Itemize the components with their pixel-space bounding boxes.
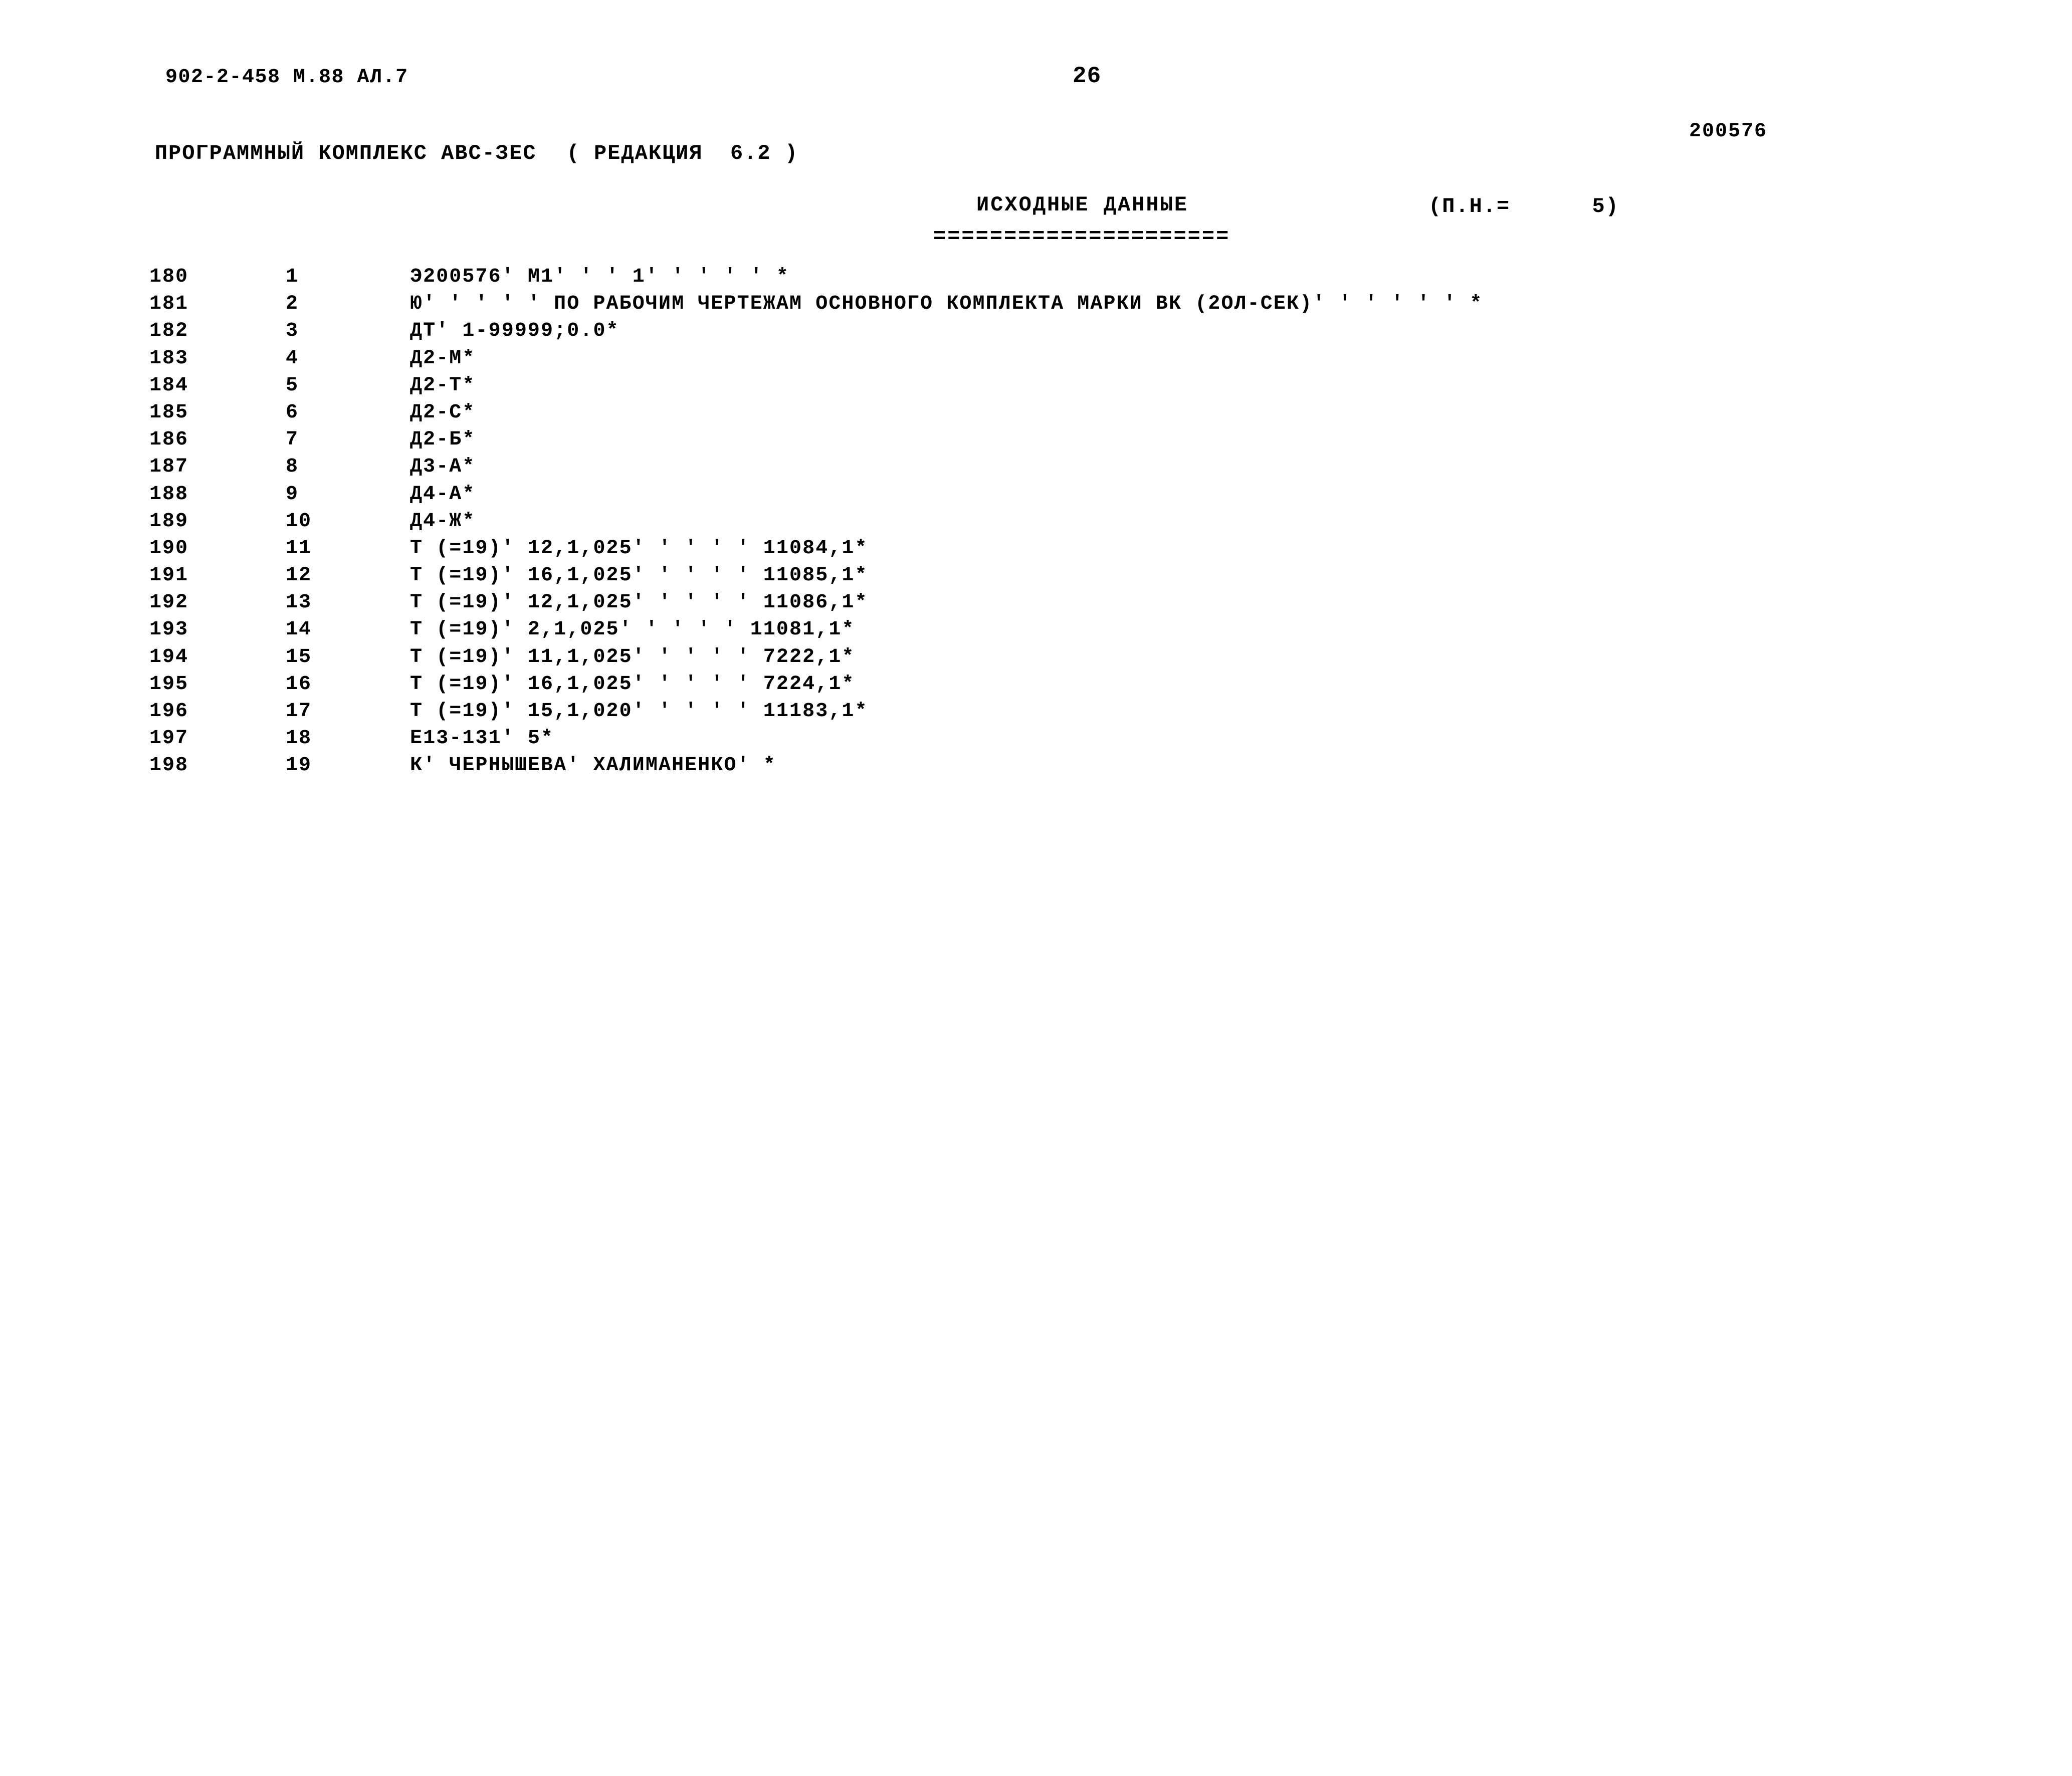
printout-page: 902-2-458 М.88 АЛ.7 26 ПРОГРАММНЫЙ КОМПЛ…: [0, 0, 2072, 1776]
listing-row-text: Т (=19)' 12,1,025' ' ' ' ' 11084,1*: [410, 537, 868, 560]
listing-row: 189 10 Д4-Ж*: [0, 510, 2072, 537]
listing-row-text: Т (=19)' 15,1,020' ' ' ' ' 11183,1*: [410, 700, 868, 723]
listing-row-text: Д2-С*: [410, 401, 476, 424]
listing-row-sequence: 197: [149, 727, 189, 750]
listing-row-sequence: 183: [149, 347, 189, 370]
section-parameter-count: (П.Н.= 5): [1428, 194, 1619, 218]
listing-row: 196 17 Т (=19)' 15,1,020' ' ' ' ' 11183,1*: [0, 700, 2072, 727]
listing-row: 190 11 Т (=19)' 12,1,025' ' ' ' ' 11084,1*: [0, 537, 2072, 564]
listing-row-sequence: 194: [149, 645, 189, 669]
listing-row-text: Д2-Б*: [410, 428, 476, 452]
listing-row-text: Э200576' М1' ' ' 1' ' ' ' ' *: [410, 266, 790, 288]
listing-row: 183 4 Д2-М*: [0, 347, 2072, 374]
document-reference: 902-2-458 М.88 АЛ.7: [165, 66, 408, 89]
listing-row: 186 7 Д2-Б*: [0, 428, 2072, 456]
listing-row: 193 14 Т (=19)' 2,1,025' ' ' ' ' 11081,1*: [0, 618, 2072, 645]
listing-row: 197 18 Е13-131' 5*: [0, 727, 2072, 754]
listing-row-sequence: 180: [149, 266, 189, 288]
listing-row-index: 10: [286, 510, 312, 533]
listing-row-index: 15: [286, 645, 312, 669]
listing-row-sequence: 195: [149, 673, 189, 696]
listing-row-text: Ю' ' ' ' ' ПО РАБОЧИМ ЧЕРТЕЖАМ ОСНОВНОГО…: [410, 293, 1483, 316]
listing-row: 181 2 Ю' ' ' ' ' ПО РАБОЧИМ ЧЕРТЕЖАМ ОСНОВ…: [0, 293, 2072, 320]
listing-row-text: Д2-Т*: [410, 374, 476, 397]
listing-row-sequence: 196: [149, 700, 189, 723]
listing-row-text: Д4-Ж*: [410, 510, 476, 533]
program-edition: ( РЕДАКЦИЯ 6.2 ): [566, 141, 799, 165]
listing-row: 182 3 ДТ' 1-99999;0.0*: [0, 320, 2072, 347]
run-number: 200576: [1689, 120, 1768, 143]
listing-row: 194 15 Т (=19)' 11,1,025' ' ' ' ' 7222,1*: [0, 646, 2072, 673]
listing-row-text: Д2-М*: [410, 347, 476, 370]
section-underline-rule: =====================: [933, 225, 1230, 249]
program-complex-name: ПРОГРАММНЫЙ КОМПЛЕКС АВС-ЗЕС: [154, 141, 537, 165]
listing-row-sequence: 188: [149, 483, 189, 506]
listing-row-index: 4: [286, 347, 299, 370]
page-number: 26: [1073, 63, 1102, 89]
listing-row-text: Д3-А*: [410, 456, 476, 479]
listing-row: 191 12 Т (=19)' 16,1,025' ' ' ' ' 11085,1*: [0, 564, 2072, 591]
listing-row-sequence: 187: [149, 456, 189, 479]
listing-row-index: 12: [286, 564, 312, 587]
listing-row-index: 18: [286, 727, 312, 750]
listing-row-index: 19: [286, 754, 312, 777]
listing-row-text: Е13-131' 5*: [410, 727, 554, 750]
listing-row-sequence: 189: [149, 510, 189, 533]
listing-row-index: 11: [286, 537, 312, 560]
listing-row: 188 9 Д4-А*: [0, 483, 2072, 510]
listing-row-index: 5: [286, 374, 299, 397]
listing-row-sequence: 184: [149, 374, 189, 397]
listing-row-index: 9: [286, 483, 299, 506]
listing-row: 192 13 Т (=19)' 12,1,025' ' ' ' ' 11086,1*: [0, 591, 2072, 618]
listing-row-index: 13: [286, 591, 312, 614]
listing-row-text: Т (=19)' 11,1,025' ' ' ' ' 7222,1*: [410, 645, 855, 669]
program-complex-line: ПРОГРАММНЫЙ КОМПЛЕКС АВС-ЗЕС ( РЕДАКЦИЯ 6…: [100, 117, 798, 189]
listing-row-sequence: 193: [149, 618, 189, 641]
listing-row-text: Т (=19)' 16,1,025' ' ' ' ' 7224,1*: [410, 673, 855, 696]
data-listing: 180 1 Э200576' М1' ' ' 1' ' ' ' ' * 181 2 Ю' …: [0, 266, 2072, 782]
listing-row-sequence: 181: [149, 293, 189, 316]
listing-row-text: ДТ' 1-99999;0.0*: [410, 320, 619, 343]
listing-row-sequence: 185: [149, 401, 189, 424]
listing-row-index: 14: [286, 618, 312, 641]
listing-row-index: 3: [286, 320, 299, 343]
listing-row: 187 8 Д3-А*: [0, 456, 2072, 483]
listing-row-text: Д4-А*: [410, 483, 476, 506]
listing-row-index: 7: [286, 428, 299, 452]
listing-row-sequence: 192: [149, 591, 189, 614]
listing-row: 180 1 Э200576' М1' ' ' 1' ' ' ' ' *: [0, 266, 2072, 293]
listing-row-text: К' ЧЕРНЫШЕВА' ХАЛИМАНЕНКО' *: [410, 754, 776, 777]
listing-row-text: Т (=19)' 16,1,025' ' ' ' ' 11085,1*: [410, 564, 868, 587]
listing-row-index: 16: [286, 673, 312, 696]
listing-row-index: 8: [286, 456, 299, 479]
listing-row-sequence: 190: [149, 537, 189, 560]
listing-row-sequence: 182: [149, 320, 189, 343]
listing-row-text: Т (=19)' 12,1,025' ' ' ' ' 11086,1*: [410, 591, 868, 614]
listing-row-index: 1: [286, 266, 299, 288]
listing-row: 185 6 Д2-С*: [0, 401, 2072, 428]
listing-row: 195 16 Т (=19)' 16,1,025' ' ' ' ' 7224,1*: [0, 673, 2072, 700]
listing-row: 184 5 Д2-Т*: [0, 374, 2072, 401]
listing-row-index: 6: [286, 401, 299, 424]
listing-row-text: Т (=19)' 2,1,025' ' ' ' ' 11081,1*: [410, 618, 855, 641]
listing-row-index: 2: [286, 293, 299, 316]
listing-row: 198 19 К' ЧЕРНЫШЕВА' ХАЛИМАНЕНКО' *: [0, 754, 2072, 781]
section-title: ИСХОДНЫЕ ДАННЫЕ: [976, 193, 1189, 217]
listing-row-sequence: 186: [149, 428, 189, 452]
listing-row-index: 17: [286, 700, 312, 723]
listing-row-sequence: 191: [149, 564, 189, 587]
listing-row-sequence: 198: [149, 754, 189, 777]
